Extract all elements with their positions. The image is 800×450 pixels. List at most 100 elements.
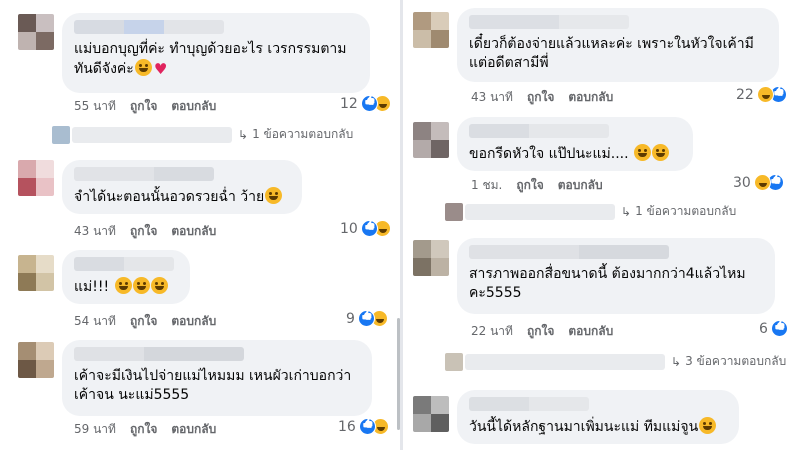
comment-time[interactable]: 43 นาที bbox=[471, 88, 513, 107]
view-replies-link[interactable]: ↳ 3 ข้อความตอบกลับ bbox=[445, 352, 786, 371]
reply-count-label: 3 ข้อความตอบกลับ bbox=[685, 354, 787, 368]
reply-count-label: 1 ข้อความตอบกลับ bbox=[635, 204, 737, 218]
comment-time[interactable]: 59 นาที bbox=[74, 420, 116, 439]
like-reaction-icon bbox=[770, 320, 788, 337]
heart-emoji: ♥ bbox=[153, 60, 168, 78]
avatar[interactable] bbox=[413, 122, 449, 158]
relieved-emoji bbox=[265, 187, 283, 204]
reaction-summary[interactable]: 12 bbox=[340, 95, 391, 112]
comment-meta: 55 นาที ถูกใจ ตอบกลับ bbox=[74, 97, 216, 116]
reaction-count: 6 bbox=[759, 320, 768, 337]
author-name-blurred[interactable] bbox=[74, 20, 224, 34]
author-name-blurred[interactable] bbox=[469, 245, 669, 259]
reply-avatar bbox=[445, 202, 463, 221]
author-name-blurred[interactable] bbox=[74, 257, 174, 271]
reply-count-label: 1 ข้อความตอบกลับ bbox=[252, 127, 354, 141]
reaction-summary[interactable]: 22 bbox=[736, 86, 787, 103]
comment-time[interactable]: 22 นาที bbox=[471, 322, 513, 341]
reply-action[interactable]: ตอบกลับ bbox=[568, 322, 613, 341]
comment-time[interactable]: 55 นาที bbox=[74, 97, 116, 116]
like-action[interactable]: ถูกใจ bbox=[130, 420, 157, 439]
reply-action[interactable]: ตอบกลับ bbox=[171, 312, 216, 331]
laughing-emoji bbox=[132, 277, 150, 294]
comment-text: เค้าจะมีเงินไปจ่ายแม่ไหมมม เหนผัวเก่าบอก… bbox=[74, 368, 352, 403]
reaction-summary[interactable]: 10 bbox=[340, 220, 391, 237]
blush-emoji bbox=[699, 417, 717, 434]
comment-text: จำได้นะตอนนั้นอวดรวยฉ่ำ ว้าย bbox=[74, 187, 290, 207]
view-replies-link[interactable]: ↳ 1 ข้อความตอบกลับ bbox=[445, 202, 736, 221]
avatar[interactable] bbox=[18, 14, 54, 50]
comment-time[interactable]: 1 ชม. bbox=[471, 176, 502, 195]
like-action[interactable]: ถูกใจ bbox=[130, 97, 157, 116]
like-action[interactable]: ถูกใจ bbox=[527, 88, 554, 107]
reaction-summary[interactable]: 30 bbox=[733, 174, 784, 191]
comments-column-right: เดี๋ยวก็ต้องจ่ายแล้วแหละค่ะ เพราะในหัวใจ… bbox=[403, 0, 800, 450]
reaction-count: 9 bbox=[346, 310, 355, 327]
comment-bubble: แม่บอกบุญที่ค่ะ ทำบุญด้วยอะไร เวรกรรมตาม… bbox=[62, 13, 370, 93]
comment-text: แม่!!! bbox=[74, 277, 178, 297]
comment-time[interactable]: 54 นาที bbox=[74, 312, 116, 331]
like-reaction-icon bbox=[357, 310, 375, 327]
reply-arrow-icon: ↳ bbox=[671, 354, 682, 369]
haha-reaction-icon bbox=[753, 174, 771, 191]
like-action[interactable]: ถูกใจ bbox=[527, 322, 554, 341]
reply-author-blurred bbox=[72, 126, 232, 143]
comment-meta: 22 นาที ถูกใจ ตอบกลับ bbox=[471, 322, 613, 341]
avatar[interactable] bbox=[18, 255, 54, 291]
comment-time[interactable]: 43 นาที bbox=[74, 222, 116, 241]
grinning-sweat-emoji bbox=[134, 59, 152, 76]
reply-arrow-icon: ↳ bbox=[238, 127, 249, 142]
avatar[interactable] bbox=[413, 396, 449, 432]
author-name-blurred[interactable] bbox=[469, 397, 589, 411]
grinning-sweat-emoji bbox=[634, 144, 652, 161]
reaction-count: 30 bbox=[733, 174, 751, 191]
reaction-count: 10 bbox=[340, 220, 358, 237]
like-reaction-icon bbox=[360, 220, 378, 237]
reply-author-blurred bbox=[465, 353, 665, 370]
comments-column-left: แม่บอกบุญที่ค่ะ ทำบุญด้วยอะไร เวรกรรมตาม… bbox=[0, 0, 400, 450]
reply-action[interactable]: ตอบกลับ bbox=[171, 97, 216, 116]
author-name-blurred[interactable] bbox=[469, 124, 609, 138]
view-replies-link[interactable]: ↳ 1 ข้อความตอบกลับ bbox=[52, 125, 353, 144]
comment-bubble: เดี๋ยวก็ต้องจ่ายแล้วแหละค่ะ เพราะในหัวใจ… bbox=[457, 8, 779, 82]
author-name-blurred[interactable] bbox=[469, 15, 629, 29]
comment-text: เดี๋ยวก็ต้องจ่ายแล้วแหละค่ะ เพราะในหัวใจ… bbox=[469, 36, 754, 71]
avatar[interactable] bbox=[413, 240, 449, 276]
comment-meta: 43 นาที ถูกใจ ตอบกลับ bbox=[471, 88, 613, 107]
avatar[interactable] bbox=[18, 342, 54, 378]
reaction-summary[interactable]: 9 bbox=[346, 310, 388, 327]
haha-reaction-icon bbox=[756, 86, 774, 103]
reaction-count: 16 bbox=[338, 418, 356, 435]
reaction-count: 12 bbox=[340, 95, 358, 112]
reply-avatar bbox=[52, 125, 70, 144]
like-action[interactable]: ถูกใจ bbox=[516, 176, 543, 195]
like-action[interactable]: ถูกใจ bbox=[130, 312, 157, 331]
reply-action[interactable]: ตอบกลับ bbox=[558, 176, 603, 195]
comment-bubble: แม่!!! bbox=[62, 250, 190, 304]
laughing-emoji bbox=[150, 277, 168, 294]
reaction-summary[interactable]: 16 bbox=[338, 418, 389, 435]
author-name-blurred[interactable] bbox=[74, 347, 244, 361]
comment-text: ขอกรีดหัวใจ แป๊ปนะแม่.... bbox=[469, 144, 681, 164]
comment-bubble: ขอกรีดหัวใจ แป๊ปนะแม่.... bbox=[457, 117, 693, 171]
comment-text: สารภาพออกสื่อขนาดนี้ ต้องมากกว่า4แล้วไหม… bbox=[469, 266, 746, 301]
reply-action[interactable]: ตอบกลับ bbox=[171, 222, 216, 241]
reaction-summary[interactable]: 6 bbox=[759, 320, 788, 337]
reply-author-blurred bbox=[465, 203, 615, 220]
comment-bubble: เค้าจะมีเงินไปจ่ายแม่ไหมมม เหนผัวเก่าบอก… bbox=[62, 340, 372, 416]
like-action[interactable]: ถูกใจ bbox=[130, 222, 157, 241]
reply-action[interactable]: ตอบกลับ bbox=[568, 88, 613, 107]
comment-text: แม่บอกบุญที่ค่ะ ทำบุญด้วยอะไร เวรกรรมตาม… bbox=[74, 41, 347, 78]
reply-arrow-icon: ↳ bbox=[621, 204, 632, 219]
comment-meta: 1 ชม. ถูกใจ ตอบกลับ bbox=[471, 176, 603, 195]
reply-action[interactable]: ตอบกลับ bbox=[171, 420, 216, 439]
kissing-emoji bbox=[652, 144, 670, 161]
comment-meta: 54 นาที ถูกใจ ตอบกลับ bbox=[74, 312, 216, 331]
author-name-blurred[interactable] bbox=[74, 167, 214, 181]
reply-avatar bbox=[445, 352, 463, 371]
avatar[interactable] bbox=[18, 160, 54, 196]
reaction-count: 22 bbox=[736, 86, 754, 103]
avatar[interactable] bbox=[413, 12, 449, 48]
comment-meta: 43 นาที ถูกใจ ตอบกลับ bbox=[74, 222, 216, 241]
comment-meta: 59 นาที ถูกใจ ตอบกลับ bbox=[74, 420, 216, 439]
